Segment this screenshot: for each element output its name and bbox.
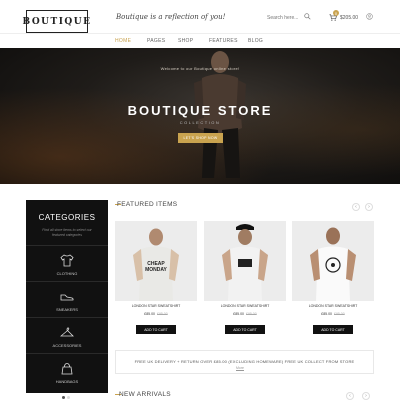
featured-prev-arrow[interactable]: ‹ bbox=[352, 203, 360, 211]
site-header: BOUTIQUE Boutique is a reflection of you… bbox=[0, 0, 400, 33]
main-nav: HOME PAGES SHOP FEATURES BLOG bbox=[0, 33, 400, 47]
tagline: Boutique is a reflection of you! bbox=[116, 13, 226, 21]
price-current: £85.00 bbox=[321, 312, 332, 316]
product-price: £85.00 £95.00 bbox=[204, 312, 286, 316]
product-image[interactable] bbox=[204, 221, 286, 301]
hero-subtitle: COLLECTION bbox=[179, 120, 221, 125]
add-to-cart-button[interactable]: ADD TO CART bbox=[313, 325, 353, 334]
hero-welcome-text: Welcome to our Boutique online store! bbox=[160, 66, 240, 71]
shipping-text: FREE UK DELIVERY + RETURN OVER £85.00 (E… bbox=[134, 359, 355, 364]
add-to-cart-button[interactable]: ADD TO CART bbox=[225, 325, 265, 334]
categories-title: CATEGORIES bbox=[38, 213, 96, 222]
category-sneakers[interactable]: SNEAKERS bbox=[26, 281, 108, 317]
price-old: £95.00 bbox=[334, 312, 345, 316]
product-price: £85.00 £95.00 bbox=[292, 312, 374, 316]
product-name[interactable]: LONDON STAR SWEATSHIRT bbox=[292, 304, 374, 308]
arrivals-prev-arrow[interactable]: ‹ bbox=[346, 392, 354, 400]
logo[interactable]: BOUTIQUE bbox=[23, 10, 90, 33]
cart-count-badge: 0 bbox=[333, 10, 339, 16]
svg-text:MONDAY: MONDAY bbox=[145, 267, 167, 273]
product-image[interactable]: CHEAP MONDAY bbox=[115, 221, 197, 301]
shipping-more-link[interactable]: More bbox=[236, 366, 244, 370]
product-image[interactable] bbox=[292, 221, 374, 301]
sneaker-icon bbox=[60, 294, 74, 301]
hanger-icon bbox=[60, 327, 74, 337]
categories-description: Find all store items to select our featu… bbox=[42, 228, 92, 237]
price-old: £95.00 bbox=[246, 312, 257, 316]
category-label: ACCESSORIES bbox=[52, 343, 82, 348]
search-input[interactable]: Search here... bbox=[267, 15, 298, 21]
search-icon[interactable] bbox=[304, 13, 311, 20]
model-photo-2 bbox=[222, 224, 268, 301]
arrivals-next-arrow[interactable]: › bbox=[362, 392, 370, 400]
price-old: £95.00 bbox=[157, 312, 168, 316]
new-arrivals-title: NEW ARRIVALS bbox=[119, 391, 171, 398]
featured-next-arrow[interactable]: › bbox=[365, 203, 373, 211]
hero-title: BOUTIQUE STORE bbox=[127, 103, 273, 118]
add-to-cart-button[interactable]: ADD TO CART bbox=[136, 325, 176, 334]
shipping-banner: FREE UK DELIVERY + RETURN OVER £85.00 (E… bbox=[115, 350, 374, 374]
model-photo-1: CHEAP MONDAY bbox=[133, 228, 179, 301]
category-label: SNEAKERS bbox=[56, 307, 78, 312]
price-current: £85.00 bbox=[144, 312, 155, 316]
handbag-icon bbox=[61, 363, 73, 375]
featured-title: FEATURED ITEMS bbox=[117, 201, 178, 208]
category-label: CLOTHING bbox=[56, 271, 78, 276]
category-handbags[interactable]: HANDBAGS bbox=[26, 353, 108, 389]
categories-panel: CATEGORIES Find all store items to selec… bbox=[26, 200, 108, 399]
shop-now-button[interactable]: LET'S SHOP NOW bbox=[178, 133, 223, 143]
tshirt-icon bbox=[60, 254, 74, 267]
user-icon[interactable] bbox=[366, 13, 373, 20]
product-name[interactable]: LONDON STAR SWEATSHIRT bbox=[204, 304, 286, 308]
product-name[interactable]: LONDON STAR SWEATSHIRT bbox=[115, 304, 197, 308]
product-price: £85.00 £95.00 bbox=[115, 312, 197, 316]
category-clothing[interactable]: CLOTHING bbox=[26, 245, 108, 281]
nav-home[interactable]: HOME bbox=[115, 38, 131, 44]
category-label: HANDBAGS bbox=[55, 379, 79, 384]
nav-shop[interactable]: SHOP bbox=[178, 38, 193, 44]
pagination-dot[interactable] bbox=[62, 396, 65, 399]
price-current: £85.00 bbox=[233, 312, 244, 316]
category-accessories[interactable]: ACCESSORIES bbox=[26, 317, 108, 353]
cart-total[interactable]: $205.00 bbox=[340, 15, 358, 21]
categories-pagination[interactable] bbox=[62, 386, 74, 399]
model-photo-3 bbox=[310, 227, 356, 301]
nav-pages[interactable]: PAGES bbox=[147, 38, 165, 44]
nav-blog[interactable]: BLOG bbox=[248, 38, 263, 44]
pagination-dot-active[interactable] bbox=[67, 396, 70, 399]
hero-banner: Welcome to our Boutique online store! BO… bbox=[0, 48, 400, 184]
nav-features[interactable]: FEATURES bbox=[209, 38, 238, 44]
